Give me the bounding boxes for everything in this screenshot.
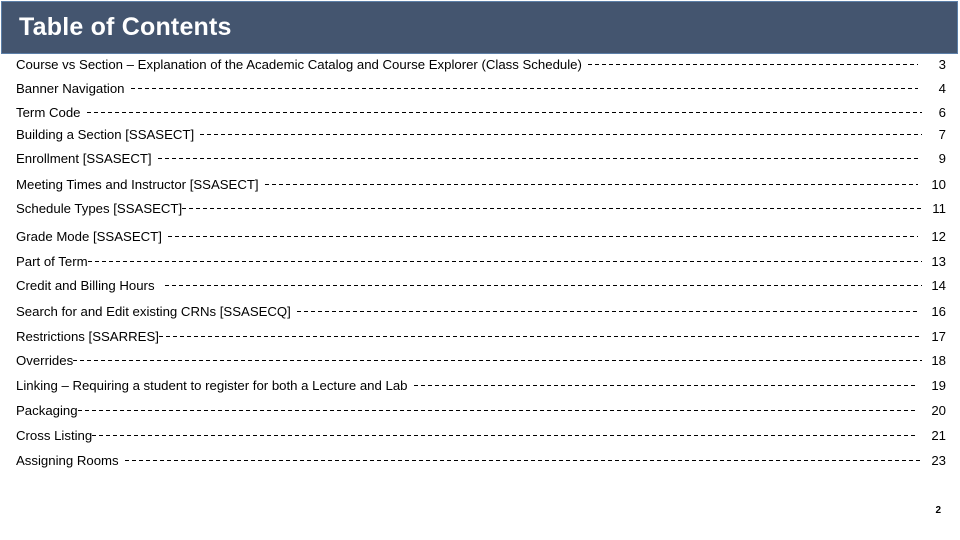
toc-entry[interactable]: Search for and Edit existing CRNs [SSASE… (16, 305, 946, 330)
toc-leader (87, 261, 922, 262)
toc-leader (296, 311, 918, 312)
toc-entry-page: 10 (931, 177, 946, 192)
toc-entry-page: 4 (938, 81, 946, 96)
toc-entry-label: Building a Section [SSASECT] (16, 127, 195, 142)
toc-entry[interactable]: Credit and Billing Hours 14 (16, 279, 946, 305)
toc-entry[interactable]: Cross Listing 21 (16, 429, 946, 454)
toc-leader (167, 236, 918, 237)
toc-entry[interactable]: Packaging 20 (16, 404, 946, 429)
toc-entry-label: Enrollment [SSASECT] (16, 151, 152, 166)
toc-entry-page: 20 (931, 403, 946, 418)
toc-leader (264, 184, 918, 185)
toc-leader (130, 88, 918, 89)
toc-entry-label: Credit and Billing Hours (16, 278, 155, 293)
toc-leader (200, 134, 922, 135)
toc-leader (73, 360, 922, 361)
toc-entry-label: Term Code (16, 105, 81, 120)
toc-leader (587, 64, 918, 65)
toc-entry-page: 14 (931, 278, 946, 293)
page-title: Table of Contents (19, 13, 232, 41)
toc-entry[interactable]: Building a Section [SSASECT] 7 (16, 128, 946, 152)
toc-leader (77, 410, 918, 411)
toc-entry[interactable]: Restrictions [SSARRES] 17 (16, 330, 946, 354)
toc-entry[interactable]: Assigning Rooms 23 (16, 454, 946, 479)
toc-entry-page: 3 (938, 57, 946, 72)
toc-entry[interactable]: Course vs Section – Explanation of the A… (16, 58, 946, 82)
toc-entry-label: Linking – Requiring a student to registe… (16, 378, 408, 393)
toc-entry-page: 18 (931, 353, 946, 368)
toc-entry-page: 17 (931, 329, 946, 344)
toc-entry-label: Search for and Edit existing CRNs [SSASE… (16, 304, 291, 319)
toc-entry-page: 6 (938, 105, 946, 120)
toc-entry-page: 11 (932, 201, 946, 216)
toc-entry[interactable]: Banner Navigation 4 (16, 82, 946, 106)
toc-entry-page: 23 (931, 453, 946, 468)
toc-entry[interactable]: Schedule Types [SSASECT] 11 (16, 202, 946, 230)
toc-entry-label: Schedule Types [SSASECT] (16, 201, 183, 216)
toc-leader (86, 112, 922, 113)
toc-entry-label: Cross Listing (16, 428, 93, 443)
slide-number: 2 (935, 505, 941, 516)
toc-entry[interactable]: Term Code 6 (16, 106, 946, 128)
toc-entry[interactable]: Grade Mode [SSASECT] 12 (16, 230, 946, 255)
toc-entry[interactable]: Linking – Requiring a student to registe… (16, 379, 946, 404)
toc-entry[interactable]: Overrides 18 (16, 354, 946, 379)
toc-entry-label: Packaging (16, 403, 78, 418)
toc-entry-label: Restrictions [SSARRES] (16, 329, 159, 344)
toc-entry-label: Meeting Times and Instructor [SSASECT] (16, 177, 259, 192)
table-of-contents: Course vs Section – Explanation of the A… (0, 58, 960, 479)
slide-title-bar: Table of Contents (1, 1, 958, 54)
toc-entry-label: Course vs Section – Explanation of the A… (16, 57, 582, 72)
toc-entry-label: Grade Mode [SSASECT] (16, 229, 162, 244)
toc-entry-page: 7 (938, 127, 946, 142)
toc-entry-label: Banner Navigation (16, 81, 125, 96)
toc-entry-page: 9 (938, 151, 946, 166)
toc-entry-page: 13 (931, 254, 946, 269)
toc-entry-label: Overrides (16, 353, 74, 368)
toc-entry-label: Part of Term (16, 254, 88, 269)
toc-leader (158, 336, 922, 337)
toc-entry-page: 12 (931, 229, 946, 244)
toc-leader (157, 158, 918, 159)
toc-entry[interactable]: Enrollment [SSASECT] 9 (16, 152, 946, 178)
toc-entry[interactable]: Part of Term 13 (16, 255, 946, 279)
toc-leader (182, 208, 922, 209)
toc-leader (164, 285, 922, 286)
toc-entry-page: 16 (931, 304, 946, 319)
toc-leader (413, 385, 918, 386)
toc-entry-page: 21 (931, 428, 946, 443)
toc-leader (92, 435, 918, 436)
toc-entry[interactable]: Meeting Times and Instructor [SSASECT] 1… (16, 178, 946, 202)
toc-entry-label: Assigning Rooms (16, 453, 119, 468)
toc-leader (124, 460, 922, 461)
toc-entry-page: 19 (931, 378, 946, 393)
